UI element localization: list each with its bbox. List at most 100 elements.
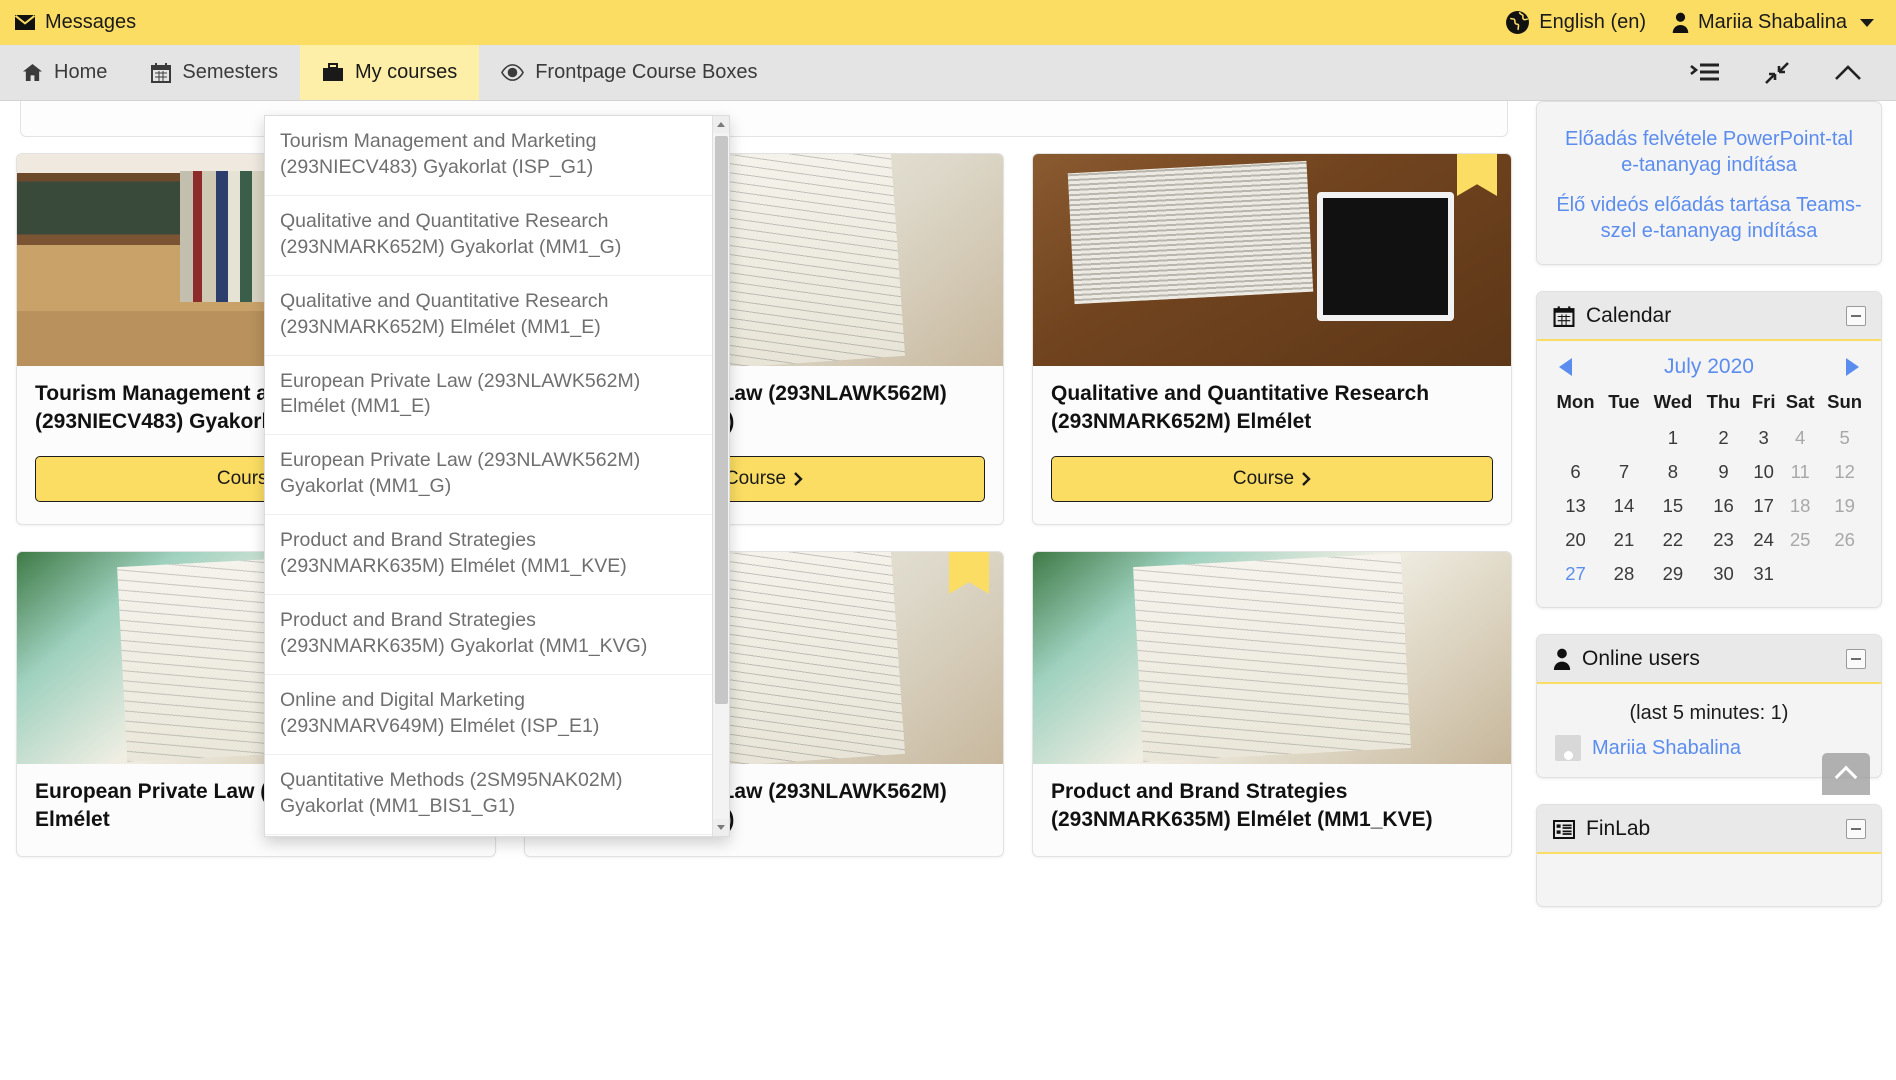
side-panel-icon[interactable] xyxy=(1690,62,1720,84)
dropdown-course-item[interactable]: Qualitative and Quantitative Research (2… xyxy=(265,196,712,276)
course-card-grid: Tourism Management and Marketing (293NIE… xyxy=(16,153,1512,857)
scroll-down-arrow-icon[interactable] xyxy=(713,819,729,836)
online-users-count: (last 5 minutes: 1) xyxy=(1629,702,1789,724)
calendar-day[interactable]: 31 xyxy=(1747,557,1780,591)
calendar-day-today[interactable]: 27 xyxy=(1549,557,1602,591)
scroll-to-top-button[interactable] xyxy=(1822,753,1870,795)
calendar-day[interactable]: 24 xyxy=(1747,523,1780,557)
chevron-up-icon[interactable] xyxy=(1834,63,1862,83)
calendar-day[interactable]: 1 xyxy=(1646,421,1700,455)
dropdown-course-item[interactable]: Product and Brand Strategies (293NMARK63… xyxy=(265,595,712,675)
sidebar: Előadás felvétele PowerPoint-tal e-tanan… xyxy=(1530,101,1896,1080)
calendar-day[interactable]: 9 xyxy=(1700,455,1747,489)
calendar-day[interactable]: 14 xyxy=(1602,489,1646,523)
calendar-day[interactable]: 26 xyxy=(1820,523,1869,557)
chevron-down-icon xyxy=(1860,18,1874,27)
chevron-right-icon xyxy=(1302,471,1311,486)
calendar-day[interactable]: 7 xyxy=(1602,455,1646,489)
dropdown-course-item[interactable]: Tourism Management and Marketing (293NIE… xyxy=(265,116,712,196)
dropdown-course-item[interactable]: Product and Brand Strategies (293NMARK63… xyxy=(265,515,712,596)
finlab-collapse-button[interactable] xyxy=(1846,819,1866,839)
calendar-collapse-button[interactable] xyxy=(1846,306,1866,326)
online-user-row[interactable]: Mariia Shabalina xyxy=(1549,735,1869,761)
chevron-right-icon xyxy=(794,471,803,486)
online-users-collapse-button[interactable] xyxy=(1846,649,1866,669)
online-user-name[interactable]: Mariia Shabalina xyxy=(1592,737,1741,760)
scroll-up-arrow-icon[interactable] xyxy=(713,116,729,133)
main-navigation: Home Semesters My courses Frontpage Cour… xyxy=(0,45,1896,101)
dropdown-course-item[interactable]: Quantitative Methods (2SM95NAK02M) Gyako… xyxy=(265,755,712,835)
dropdown-course-item[interactable]: Qualitative and Quantitative Research (2… xyxy=(265,276,712,356)
dropdown-scrollbar[interactable] xyxy=(712,116,729,836)
envelope-icon xyxy=(14,14,36,31)
course-card[interactable]: Product and Brand Strategies (293NMARK63… xyxy=(1032,550,1512,857)
content-top-strip xyxy=(20,101,1508,137)
calendar-day[interactable]: 29 xyxy=(1646,557,1700,591)
calendar-day[interactable]: 25 xyxy=(1780,523,1820,557)
calendar-day[interactable]: 11 xyxy=(1780,455,1820,489)
dropdown-course-item[interactable]: European Private Law (293NLAWK562M) Gyak… xyxy=(265,435,712,516)
quick-link-teams[interactable]: Élő videós előadás tartása Teams-szel e-… xyxy=(1555,192,1863,244)
finlab-block-title: FinLab xyxy=(1553,817,1650,841)
calendar-week-row: 1 2 3 4 5 xyxy=(1549,421,1869,455)
calendar-day[interactable]: 5 xyxy=(1820,421,1869,455)
calendar-weekday: Fri xyxy=(1751,391,1776,412)
calendar-day[interactable]: 18 xyxy=(1780,489,1820,523)
calendar-week-row: 20 21 22 23 24 25 26 xyxy=(1549,523,1869,557)
nav-tab-semesters[interactable]: Semesters xyxy=(129,45,300,100)
online-users-title-label: Online users xyxy=(1582,647,1700,670)
calendar-day[interactable]: 4 xyxy=(1780,421,1820,455)
nav-tabs: Home Semesters My courses Frontpage Cour… xyxy=(0,45,780,100)
list-icon xyxy=(1553,819,1575,839)
calendar-day[interactable]: 19 xyxy=(1820,489,1869,523)
calendar-day[interactable]: 23 xyxy=(1700,523,1747,557)
calendar-day[interactable]: 6 xyxy=(1549,455,1602,489)
nav-tab-frontpage-course-boxes[interactable]: Frontpage Course Boxes xyxy=(479,45,779,100)
calendar-day[interactable]: 16 xyxy=(1700,489,1747,523)
nav-tab-my-courses[interactable]: My courses xyxy=(299,45,480,100)
calendar-next-month-button[interactable] xyxy=(1846,358,1859,376)
nav-tab-frontpage-course-boxes-label: Frontpage Course Boxes xyxy=(535,61,758,83)
calendar-weekday: Sat xyxy=(1785,391,1815,412)
calendar-day[interactable]: 12 xyxy=(1820,455,1869,489)
user-menu[interactable]: Mariia Shabalina xyxy=(1672,11,1874,34)
course-card-image xyxy=(1033,154,1511,366)
quick-link-powerpoint[interactable]: Előadás felvétele PowerPoint-tal e-tanan… xyxy=(1555,126,1863,178)
dropdown-scrollbar-thumb[interactable] xyxy=(715,136,728,704)
calendar-month-label[interactable]: July 2020 xyxy=(1664,355,1754,379)
course-card[interactable]: Qualitative and Quantitative Research (2… xyxy=(1032,153,1512,525)
calendar-day[interactable]: 21 xyxy=(1602,523,1646,557)
collapse-arrows-icon[interactable] xyxy=(1764,61,1790,85)
calendar-day[interactable]: 20 xyxy=(1549,523,1602,557)
calendar-day[interactable]: 8 xyxy=(1646,455,1700,489)
calendar-weekday: Tue xyxy=(1608,391,1640,412)
calendar-day[interactable]: 22 xyxy=(1646,523,1700,557)
calendar-day[interactable]: 3 xyxy=(1747,421,1780,455)
finlab-block: FinLab xyxy=(1536,804,1882,907)
language-label: English (en) xyxy=(1539,11,1647,33)
calendar-prev-month-button[interactable] xyxy=(1559,358,1572,376)
calendar-day[interactable]: 15 xyxy=(1646,489,1700,523)
calendar-weekday: Mon xyxy=(1556,391,1595,412)
nav-tab-home[interactable]: Home xyxy=(0,45,129,100)
calendar-day[interactable]: 2 xyxy=(1700,421,1747,455)
dropdown-course-item[interactable]: European Private Law (293NLAWK562M) Elmé… xyxy=(265,356,712,436)
nav-right-icons xyxy=(1690,45,1896,100)
course-button[interactable]: Course xyxy=(1051,455,1493,502)
user-name: Mariia Shabalina xyxy=(1698,11,1847,33)
calendar-weekday: Sun xyxy=(1827,391,1863,412)
dropdown-course-item[interactable]: Online and Digital Marketing (293NMARV64… xyxy=(265,675,712,755)
briefcase-icon xyxy=(322,63,344,82)
nav-tab-my-courses-label: My courses xyxy=(354,61,458,83)
messages-link[interactable]: Messages xyxy=(14,11,136,34)
top-bar-left: Messages xyxy=(14,11,136,34)
calendar-day[interactable]: 30 xyxy=(1700,557,1747,591)
calendar-day[interactable]: 10 xyxy=(1747,455,1780,489)
calendar-day[interactable]: 28 xyxy=(1602,557,1646,591)
dropdown-course-item[interactable]: Quantitative Methods (2SM95NAK02M) Elmél… xyxy=(265,835,712,836)
language-menu[interactable]: English (en) xyxy=(1505,10,1646,35)
scroll-to-top-icon xyxy=(1834,765,1858,789)
calendar-day[interactable]: 17 xyxy=(1747,489,1780,523)
eye-icon xyxy=(501,64,525,81)
calendar-day[interactable]: 13 xyxy=(1549,489,1602,523)
